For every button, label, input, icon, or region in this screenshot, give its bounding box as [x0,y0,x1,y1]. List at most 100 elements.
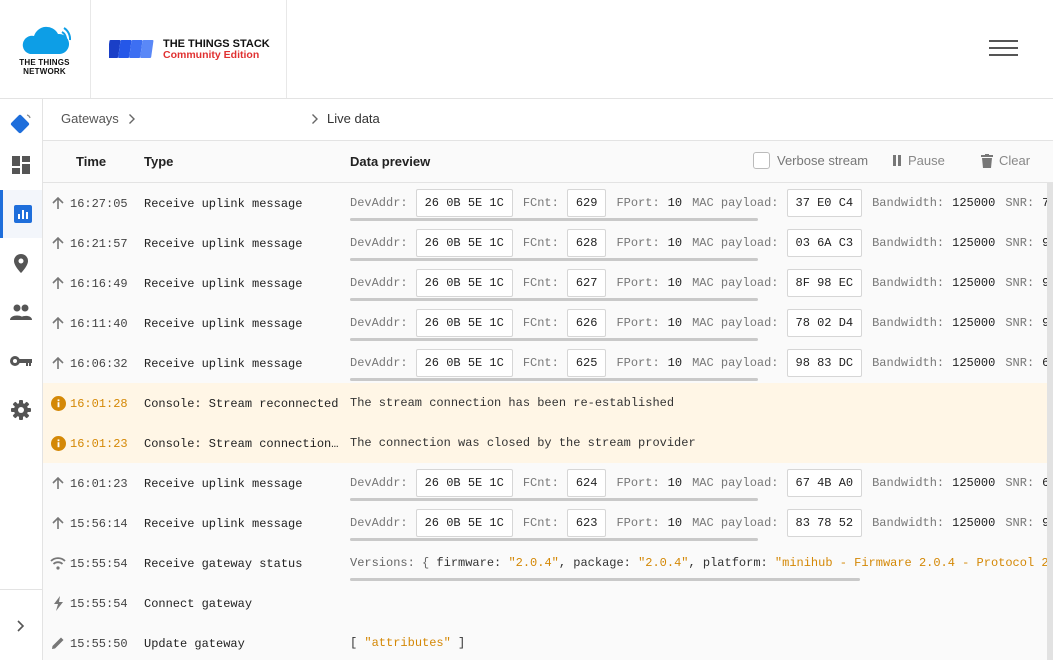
fcnt-value[interactable]: 626 [566,309,607,337]
devaddr-value[interactable]: 26 0B 5E 1C [415,269,513,297]
fcnt-label: FCnt: [522,356,559,370]
mac-payload-value[interactable]: 83 78 52 [786,509,863,537]
event-row[interactable]: 16:27:05 Receive uplink message DevAddr: 26… [43,183,1047,223]
snr-label: SNR: [1005,356,1035,370]
horizontal-scrollbar[interactable] [350,218,758,221]
fcnt-value[interactable]: 628 [566,229,607,257]
event-type: Receive uplink message [144,277,303,291]
ttn-name-line1: THE THINGS [19,58,70,67]
status-sep: , [688,556,703,570]
hamburger-menu-icon[interactable] [989,40,1019,60]
event-row[interactable]: 16:01:23 Receive uplink message DevAddr: 26… [43,463,1047,503]
sidebar-item-collaborators[interactable] [0,288,42,336]
bandwidth-label: Bandwidth: [872,476,945,490]
fport-value: 10 [667,276,683,290]
info-icon [50,435,66,451]
fcnt-value[interactable]: 629 [566,189,607,217]
mac-payload-value[interactable]: 98 83 DC [786,349,863,377]
sidebar-expand-button[interactable] [0,602,42,650]
tts-stack-icon [109,40,154,58]
event-time: 16:21:57 [70,237,128,251]
mac-payload-value[interactable]: 03 6A C3 [786,229,863,257]
fcnt-value[interactable]: 624 [566,469,607,497]
mac-payload-value[interactable]: 37 E0 C4 [786,189,863,217]
checkbox-box[interactable] [753,152,770,169]
snr-label: SNR: [1005,476,1035,490]
update-attributes-preview: [ "attributes" ] [350,636,465,650]
bandwidth-value: 125000 [952,516,996,530]
bandwidth-label: Bandwidth: [872,356,945,370]
devaddr-value[interactable]: 26 0B 5E 1C [415,349,513,377]
wifi-icon [50,555,66,571]
sidebar-item-api-keys[interactable] [0,337,42,385]
arrow-up-icon [50,235,66,251]
horizontal-scrollbar[interactable] [350,298,758,301]
event-message: The connection was closed by the stream … [350,436,696,450]
event-message: The stream connection has been re-establ… [350,396,675,410]
sidebar-item-settings[interactable] [0,386,42,434]
event-row[interactable]: 16:21:57 Receive uplink message DevAddr: 26… [43,223,1047,263]
devaddr-value[interactable]: 26 0B 5E 1C [415,309,513,337]
devaddr-value[interactable]: 26 0B 5E 1C [415,469,513,497]
pause-icon [893,155,901,166]
verbose-stream-checkbox[interactable]: Verbose stream [753,152,868,169]
clear-label: Clear [999,153,1031,168]
gateway-badge-icon [10,114,31,134]
event-type: Receive uplink message [144,197,303,211]
sidebar-gateway-badge[interactable] [0,99,42,147]
mac-payload-value[interactable]: 8F 98 EC [786,269,863,297]
people-icon [10,304,32,320]
tts-logo[interactable]: THE THINGS STACK Community Edition [92,0,287,98]
event-row[interactable]: 16:01:23 Console: Stream connection… The c… [43,423,1047,463]
snr-label: SNR: [1005,516,1035,530]
ttn-logo[interactable]: THE THINGS NETWORK [0,0,91,98]
mac-payload-value[interactable]: 67 4B A0 [786,469,863,497]
status-sep: , [558,556,574,570]
horizontal-scrollbar[interactable] [350,498,758,501]
event-time: 16:01:28 [70,397,128,411]
status-prefix: Versions: { [350,556,437,570]
devaddr-label: DevAddr: [350,196,408,210]
fport-value: 10 [667,236,683,250]
event-row[interactable]: 15:55:50 Update gateway [ "attributes" ] [43,623,1047,660]
data-preview: DevAddr: 26 0B 5E 1C FCnt: 624 FPort: 10 MAC p… [350,467,1047,499]
horizontal-scrollbar[interactable] [350,258,758,261]
horizontal-scrollbar[interactable] [350,378,758,381]
app-header: THE THINGS NETWORK THE THINGS STACK Comm… [0,0,1053,99]
sidebar-item-live-data[interactable] [0,190,42,238]
fcnt-value[interactable]: 627 [566,269,607,297]
devaddr-label: DevAddr: [350,516,408,530]
event-row[interactable]: 15:55:54 Connect gateway [43,583,1047,623]
event-row[interactable]: 15:56:14 Receive uplink message DevAddr: 26… [43,503,1047,543]
sidebar-item-overview[interactable] [0,141,42,189]
event-row[interactable]: 16:11:40 Receive uplink message DevAddr: 26… [43,303,1047,343]
horizontal-scrollbar[interactable] [350,578,860,581]
event-row[interactable]: 16:01:28 Console: Stream reconnected The s… [43,383,1047,423]
clear-button[interactable]: Clear [981,153,1030,168]
sidebar-item-location[interactable] [0,239,42,287]
event-row[interactable]: 16:16:49 Receive uplink message DevAddr: 26… [43,263,1047,303]
event-row[interactable]: 16:06:32 Receive uplink message DevAddr: 26… [43,343,1047,383]
status-key-firmware: firmware: [436,556,509,570]
pause-button[interactable]: Pause [892,153,945,168]
bandwidth-value: 125000 [952,316,996,330]
event-row[interactable]: 15:55:54 Receive gateway status Versions: … [43,543,1047,583]
devaddr-value[interactable]: 26 0B 5E 1C [415,229,513,257]
devaddr-value[interactable]: 26 0B 5E 1C [415,509,513,537]
fport-label: FPort: [616,476,660,490]
breadcrumb-gateways[interactable]: Gateways [61,111,119,126]
vertical-scrollbar[interactable] [1047,183,1053,660]
devaddr-value[interactable]: 26 0B 5E 1C [415,189,513,217]
event-time: 16:27:05 [70,197,128,211]
tts-edition: Community Edition [163,49,260,61]
horizontal-scrollbar[interactable] [350,538,758,541]
fcnt-value[interactable]: 623 [566,509,607,537]
horizontal-scrollbar[interactable] [350,338,758,341]
event-type: Console: Stream reconnected [144,397,339,411]
data-preview: DevAddr: 26 0B 5E 1C FCnt: 623 FPort: 10 MAC p… [350,507,1047,539]
fcnt-value[interactable]: 625 [566,349,607,377]
mac-payload-value[interactable]: 78 02 D4 [786,309,863,337]
arrow-up-icon [50,315,66,331]
status-key-package: package: [573,556,639,570]
attrs-open: [ [350,636,365,650]
